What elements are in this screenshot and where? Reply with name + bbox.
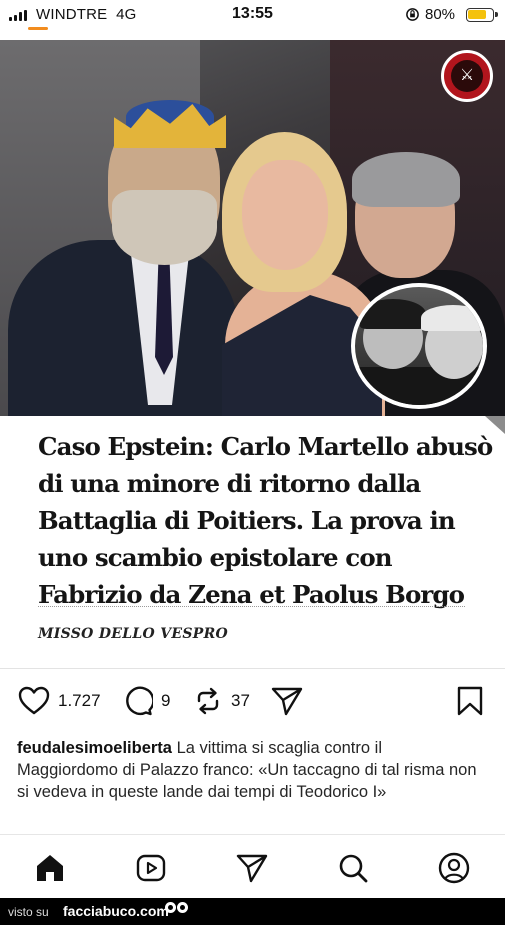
nav-search[interactable] [335,850,371,886]
comment-count: 9 [161,691,171,710]
page-logo-icon: ⚔ [441,50,493,102]
watermark-bar: visto su facciabuco.com [0,898,505,925]
status-bar: WINDTRE 4G 13:55 80% [0,0,505,30]
share-action[interactable] [271,686,303,716]
activity-indicator [28,27,48,30]
repost-count: 37 [231,691,250,710]
reels-icon[interactable] [135,852,167,884]
king-beard [112,190,217,265]
repost-icon[interactable] [193,686,223,716]
save-action[interactable] [456,686,484,716]
search-icon[interactable] [337,852,369,884]
home-icon[interactable] [34,852,66,884]
like-count: 1.727 [58,691,101,710]
profile-icon[interactable] [438,852,470,884]
inset-photo [351,283,487,409]
comment-icon[interactable] [123,686,153,716]
dotted-divider [38,606,465,607]
eyes-icon [165,902,188,913]
divider [0,668,505,669]
nav-home[interactable] [32,850,68,886]
nav-divider [0,834,505,835]
comment-action[interactable]: 9 [123,686,170,716]
post-source: MISSO DELLO VESPRO [38,626,228,642]
send-icon[interactable] [236,852,268,884]
battery-icon [466,8,498,22]
battery-percent: 80% [425,6,456,23]
send-icon[interactable] [271,686,303,716]
nav-direct[interactable] [234,850,270,886]
heart-icon[interactable] [18,686,50,716]
orientation-lock-icon [405,7,420,25]
repost-action[interactable]: 37 [193,686,250,716]
watermark-prefix: visto su [8,905,49,919]
post-caption: feudalesimoeliberta La vittima si scagli… [17,737,487,803]
bottom-nav [0,848,505,888]
nav-profile[interactable] [436,850,472,886]
like-action[interactable]: 1.727 [18,686,101,716]
bookmark-icon[interactable] [456,686,484,716]
nav-reels[interactable] [133,850,169,886]
caption-username[interactable]: feudalesimoeliberta [17,739,172,757]
watermark-site[interactable]: facciabuco.com [63,903,169,919]
post-headline: Caso Epstein: Carlo Martello abusò di un… [38,432,493,609]
post-actions: 1.727 9 37 [0,686,505,720]
